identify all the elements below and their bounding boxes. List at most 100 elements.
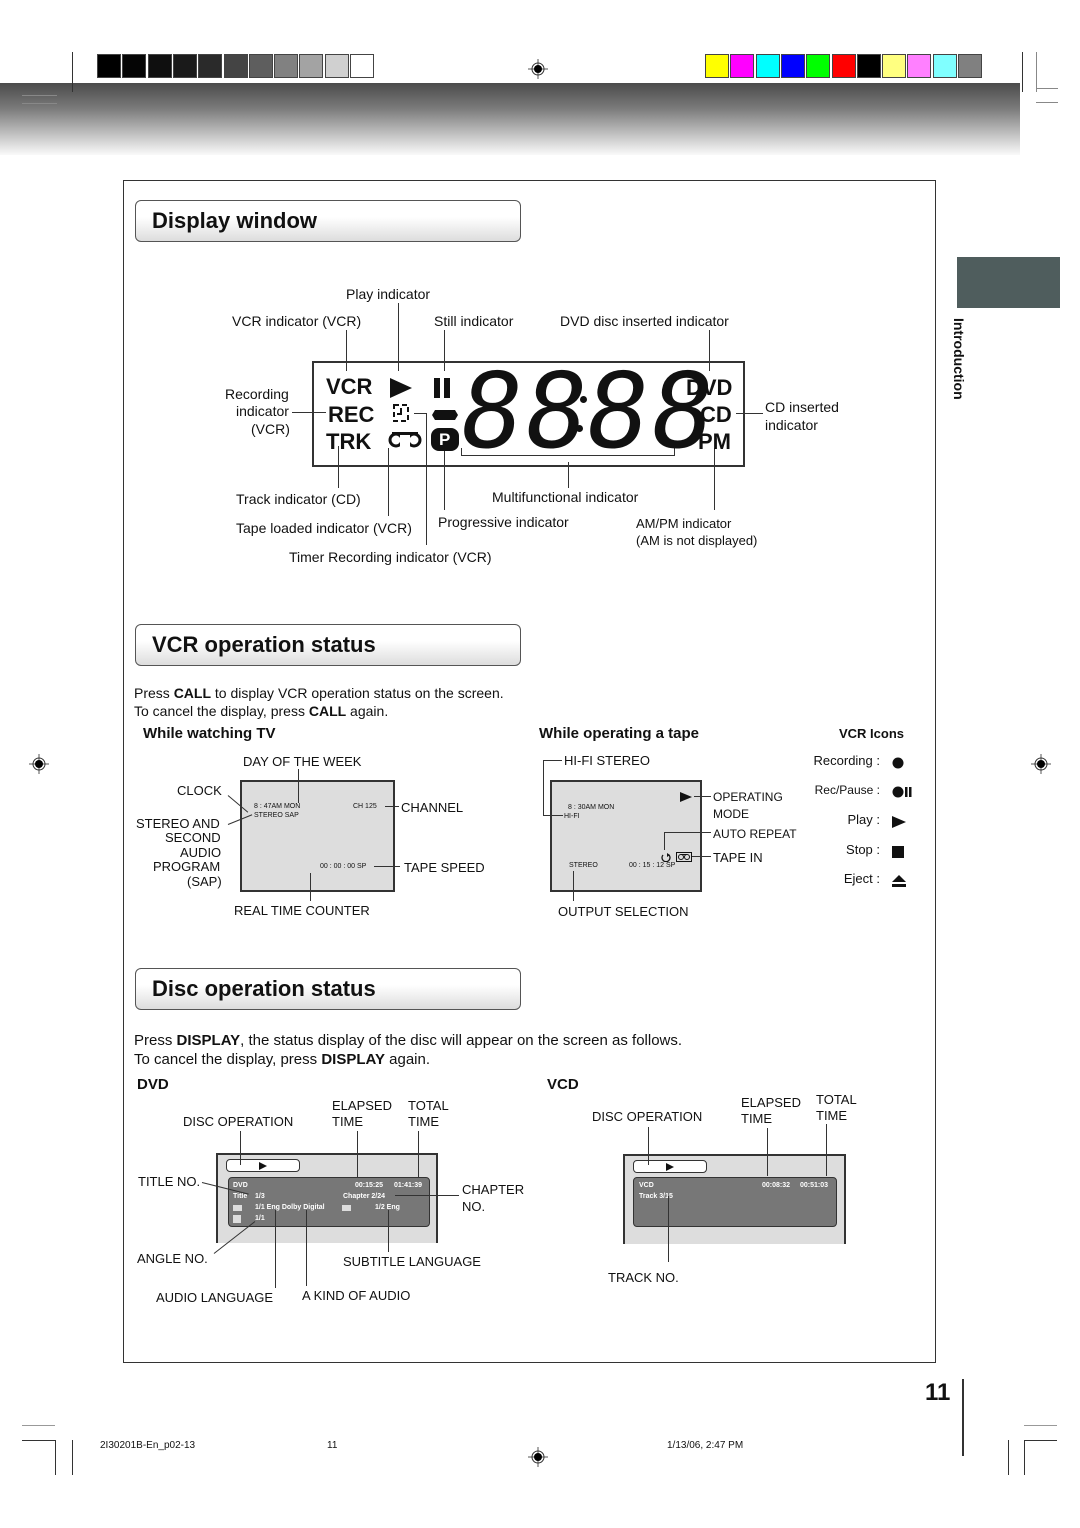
- label-channel: CHANNEL: [401, 800, 464, 815]
- record-icon: [892, 756, 904, 774]
- registration-mark-icon: [528, 59, 548, 79]
- color-swatch: [147, 54, 172, 78]
- leader-line: [385, 806, 399, 807]
- footer-date: 1/13/06, 2:47 PM: [667, 1440, 744, 1451]
- footer-file-name: 2I30201B-En_p02-13: [100, 1440, 196, 1451]
- page-number: 11: [925, 1379, 951, 1406]
- color-swatch: [806, 54, 831, 78]
- label-auto-repeat: AUTO REPEAT: [713, 827, 797, 841]
- osd-clock: 8 : 30AM MON: [568, 804, 615, 811]
- label-total-time: TOTAL: [408, 1098, 449, 1113]
- osd-counter: 00 : 15 : 12 SP: [629, 862, 676, 869]
- label-clock: CLOCK: [177, 783, 222, 798]
- subheading-watching-tv: While watching TV: [143, 725, 276, 742]
- multifunctional-digits: 88: [451, 350, 598, 472]
- tv-screen-watching: 8 : 47AM MON STEREO SAP CH 125 00 : 00 :…: [240, 780, 395, 892]
- trk-indicator: TRK: [326, 429, 372, 454]
- color-swatch: [705, 54, 729, 78]
- label-elapsed-time: TIME: [741, 1111, 773, 1126]
- callout-recording-indicator: indicator: [236, 403, 289, 419]
- color-swatch: [172, 54, 197, 78]
- label-chapter-no: CHAPTER: [462, 1182, 525, 1197]
- leader-line: [573, 871, 574, 901]
- color-swatch: [730, 54, 755, 78]
- disc-operation-indicator: [633, 1160, 707, 1173]
- leader-line: [694, 796, 711, 797]
- callout-tape-loaded-indicator: Tape loaded indicator (VCR): [236, 520, 412, 536]
- osd-title-value: 1/3: [255, 1193, 265, 1200]
- heading-text: Display window: [152, 208, 318, 233]
- label-total-time: TIME: [816, 1108, 848, 1123]
- label-day-of-week: DAY OF THE WEEK: [243, 754, 362, 769]
- color-swatch: [299, 54, 324, 78]
- color-swatch: [324, 54, 349, 78]
- leader-line: [357, 1131, 358, 1177]
- crop-mark: [1024, 1440, 1057, 1441]
- section-heading: VCR operation status: [135, 624, 521, 666]
- colon-dot: [576, 425, 583, 432]
- crop-mark: [1024, 1425, 1057, 1426]
- callout-track-indicator: Track indicator (CD): [236, 491, 361, 507]
- vcd-screen: VCD 00:08:32 00:51:03 Track 3/15: [623, 1154, 846, 1244]
- still-indicator-icon: [434, 378, 450, 398]
- rec-pause-icon: [892, 785, 912, 803]
- disc-intro-line-2: To cancel the display, press DISPLAY aga…: [134, 1051, 431, 1068]
- callout-cd-indicator: CD inserted: [765, 399, 839, 415]
- label-chapter-no: NO.: [462, 1199, 486, 1214]
- label-hifi-stereo: HI-FI STEREO: [564, 753, 650, 768]
- timer-recording-icon: [393, 404, 409, 422]
- osd-chapter: Chapter 2/24: [343, 1193, 386, 1200]
- auto-repeat-icon: [661, 853, 671, 862]
- label-total-time: TOTAL: [816, 1092, 857, 1107]
- color-swatch: [780, 54, 805, 78]
- callout-recording-indicator: Recording: [225, 386, 289, 402]
- osd-audio: STEREO SAP: [254, 812, 299, 819]
- callout-still-indicator: Still indicator: [434, 313, 514, 329]
- cd-indicator: CD: [700, 402, 732, 427]
- osd-elapsed-time: 00:15:25: [355, 1182, 384, 1189]
- callout-multifunctional-indicator: Multifunctional indicator: [492, 489, 639, 505]
- subtitle-icon: [342, 1205, 351, 1211]
- leader-line: [648, 1127, 649, 1165]
- crop-mark: [22, 1440, 55, 1441]
- play-indicator-icon: [390, 378, 412, 398]
- osd-total-time: 00:51:03: [800, 1182, 829, 1189]
- angle-icon: [233, 1215, 241, 1223]
- osd-clock: 8 : 47AM MON: [254, 803, 301, 810]
- leader-line: [306, 1210, 307, 1286]
- osd-stereo: STEREO: [569, 862, 598, 869]
- osd-hifi: HI-FI: [564, 813, 580, 820]
- crop-mark: [1036, 88, 1058, 89]
- tape-loaded-icon: [388, 432, 422, 448]
- play-icon: [259, 1162, 267, 1170]
- heading-text: Disc operation status: [152, 976, 376, 1001]
- label-tape-in: TAPE IN: [713, 850, 763, 865]
- osd-audio: 1/1 Eng Dolby Digital: [255, 1204, 325, 1211]
- leader-line: [664, 832, 711, 833]
- minus-segment-icon: [432, 410, 458, 420]
- crop-mark: [1036, 102, 1058, 103]
- vcr-intro-line-1: Press CALL to display VCR operation stat…: [134, 685, 504, 701]
- disc-intro-line-1: Press DISPLAY, the status display of the…: [134, 1032, 683, 1049]
- leader-line: [395, 1195, 459, 1196]
- dvd-osd-panel: DVD 00:15:25 01:41:39 Title 1/3 Chapter …: [228, 1177, 430, 1227]
- vcr-indicator: VCR: [326, 374, 373, 399]
- heading-text: VCR operation status: [152, 632, 376, 657]
- crop-mark: [72, 1440, 73, 1475]
- play-icon: [892, 815, 906, 833]
- color-swatch: [350, 54, 374, 78]
- leader-line: [275, 1210, 276, 1288]
- vcr-icon-label: Eject :: [843, 871, 880, 886]
- callout-ampm-indicator: AM/PM indicator: [636, 516, 732, 531]
- label-elapsed-time: ELAPSED: [741, 1095, 801, 1110]
- label-disc-operation: DISC OPERATION: [183, 1114, 294, 1129]
- color-swatch: [248, 54, 273, 78]
- label-angle-no: ANGLE NO.: [137, 1251, 208, 1266]
- crop-mark: [22, 95, 57, 96]
- label-kind-of-audio: A KIND OF AUDIO: [302, 1288, 411, 1303]
- leader-line: [240, 1131, 241, 1165]
- crop-mark: [72, 52, 73, 92]
- label-stereo-sap: PROGRAM: [153, 859, 221, 874]
- osd-disc-type: DVD: [233, 1182, 248, 1189]
- leader-line: [388, 1210, 389, 1252]
